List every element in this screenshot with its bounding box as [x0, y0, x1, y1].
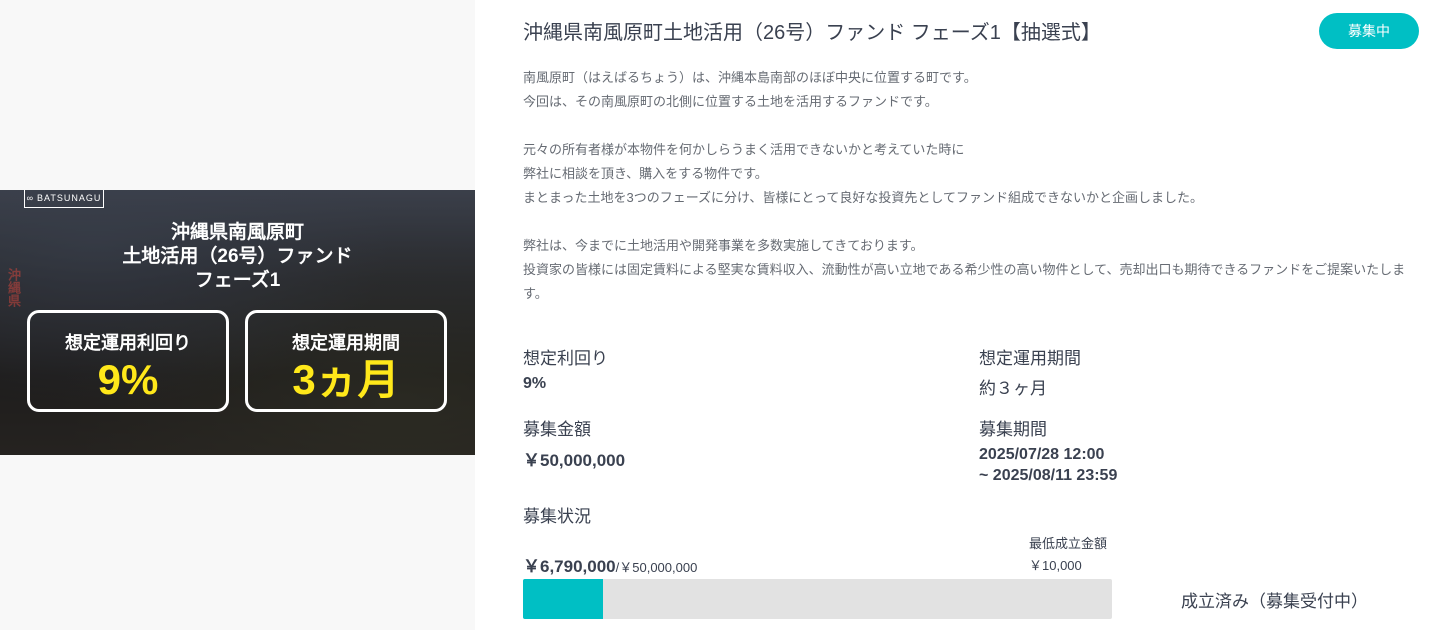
description-line: 弊社は、今までに土地活用や開発事業を多数実施してきております。	[523, 238, 924, 253]
yield-value: 9%	[523, 375, 547, 392]
banner-title-line-1: 沖縄県南風原町	[170, 222, 304, 243]
yield-label: 想定利回り	[523, 349, 608, 368]
period-value: 約３ヶ月	[979, 379, 1047, 398]
raised-amount: ￥6,790,000/￥50,000,000	[523, 552, 697, 577]
min-amount-value: ￥10,000	[1029, 558, 1082, 573]
description-line: 元々の所有者様が本物件を何かしらうまく活用できないかと考えていた時に	[523, 142, 965, 157]
banner-period-box: 想定運用期間 3ヵ月	[245, 310, 447, 412]
status-section-label: 募集状況	[523, 507, 591, 526]
description-line: 弊社に相談を頂き、購入をする物件です。	[523, 166, 768, 181]
description-line: 今回は、その南風原町の北側に位置する土地を活用するファンドです。	[523, 94, 938, 109]
description-line: まとまった土地を3つのフェーズに分け、皆様にとって良好な投資先としてファンド組成…	[523, 190, 1203, 205]
banner-yield-box: 想定運用利回り 9%	[27, 310, 229, 412]
min-amount-label: 最低成立金額	[1029, 536, 1108, 551]
brand-logo: ∞ BATSUNAGU	[24, 190, 104, 208]
success-status-text: 成立済み（募集受付中）	[1181, 592, 1368, 611]
period-label: 想定運用期間	[979, 349, 1081, 368]
infinity-icon: ∞	[26, 193, 35, 203]
amount-value: ￥50,000,000	[523, 451, 626, 470]
fund-description: 南風原町（はえばるちょう）は、沖縄本島南部のほぼ中央に位置する町です。 今回は、…	[523, 66, 1423, 306]
banner-yield-value: 9%	[97, 356, 159, 403]
banner-period-value: 3ヵ月	[292, 356, 400, 403]
fund-banner-image: 沖縄県 ∞ BATSUNAGU 沖縄県南風原町 土地活用（26号）ファンド フェ…	[0, 190, 475, 455]
description-line: 投資家の皆様には固定賃料による堅実な賃料収入、流動性が高い立地である希少性の高い…	[523, 262, 1406, 301]
description-line: 南風原町（はえばるちょう）は、沖縄本島南部のほぼ中央に位置する町です。	[523, 70, 977, 85]
recruit-period-start: 2025/07/28 12:00	[979, 446, 1105, 463]
banner-title-line-3: フェーズ1	[194, 270, 281, 291]
banner-title-line-2: 土地活用（26号）ファンド	[122, 246, 353, 267]
brand-name: BATSUNAGU	[37, 193, 102, 203]
banner-period-label: 想定運用期間	[292, 333, 400, 353]
recruit-period-label: 募集期間	[979, 420, 1047, 439]
raised-value: ￥6,790,000	[523, 557, 616, 576]
recruit-period-end: ~ 2025/08/11 23:59	[979, 467, 1118, 484]
funding-progress-fill	[523, 579, 603, 619]
left-panel: 沖縄県 ∞ BATSUNAGU 沖縄県南風原町 土地活用（26号）ファンド フェ…	[0, 0, 475, 630]
target-total: /￥50,000,000	[615, 560, 698, 575]
banner-yield-label: 想定運用利回り	[65, 333, 191, 353]
funding-progress-bar	[523, 579, 1112, 619]
fund-title: 沖縄県南風原町土地活用（26号）ファンド フェーズ1【抽選式】	[523, 22, 1101, 44]
amount-label: 募集金額	[523, 420, 591, 439]
status-badge[interactable]: 募集中	[1319, 13, 1419, 49]
